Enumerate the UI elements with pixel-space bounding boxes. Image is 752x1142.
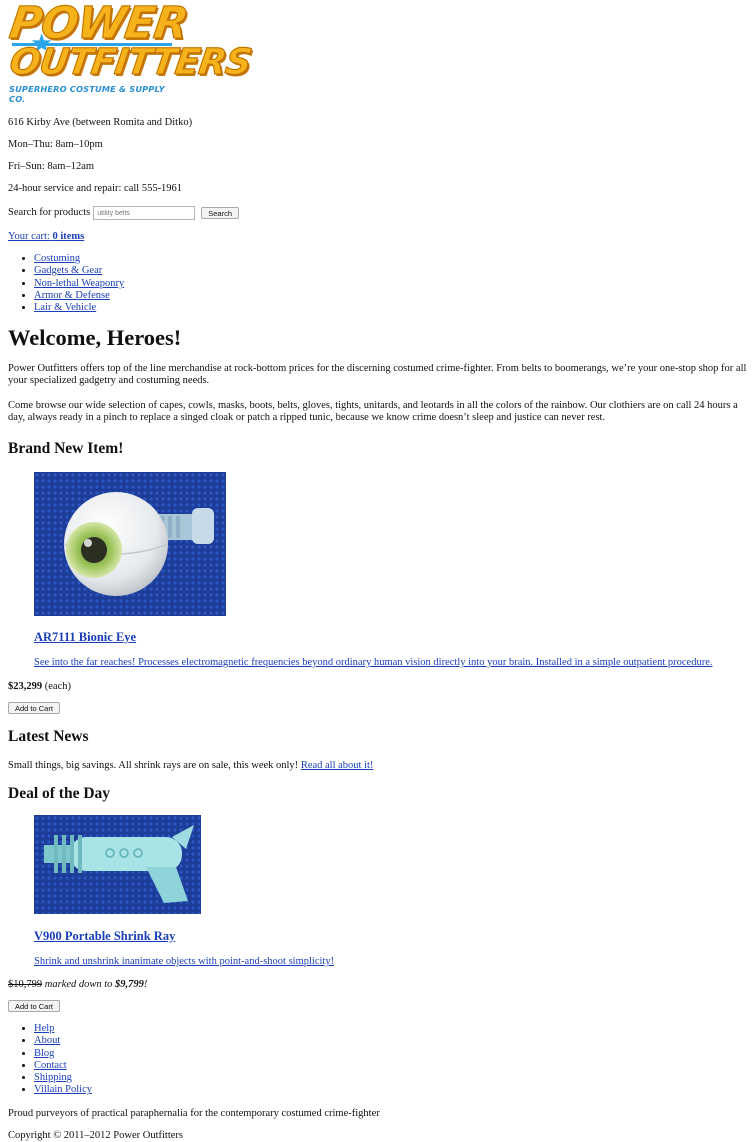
category-nav: Costuming Gadgets & Gear Non-lethal Weap… (18, 253, 124, 314)
footer-link-blog[interactable]: Blog (34, 1048, 54, 1059)
footer-link-contact[interactable]: Contact (34, 1060, 67, 1071)
shrink-ray-illustration (34, 815, 201, 914)
search-label: Search for products (8, 207, 91, 219)
footer-tagline: Proud purveyors of practical paraphernal… (8, 1108, 380, 1119)
bionic-eye-illustration (34, 472, 226, 616)
deal-markdown-text: marked down to (44, 979, 113, 990)
deal-exclaim: ! (143, 979, 148, 990)
hours-weekday: Mon–Thu: 8am–10pm (8, 139, 103, 150)
logo-line2: OUTFITTERS (7, 42, 254, 84)
nav-item-gadgets: Gadgets & Gear (34, 265, 124, 277)
nav-item-weaponry: Non-lethal Weaponry (34, 278, 124, 290)
store-logo[interactable]: POWER ★ OUTFITTERS SUPERHERO COSTUME & S… (6, 0, 254, 104)
news-read-more-link[interactable]: Read all about it! (301, 760, 374, 771)
hours-weekend: Fri–Sun: 8am–12am (8, 161, 95, 172)
cart-label: Your cart: (8, 231, 50, 242)
deal-old-price: $10,799 (8, 979, 43, 990)
footer-nav: Help About Blog Contact Shipping Villain… (18, 1023, 92, 1097)
new-item-unit: (each) (44, 681, 71, 692)
nav-link-costuming[interactable]: Costuming (34, 253, 80, 264)
deal-new-price: $9,799 (115, 979, 144, 990)
new-item-description[interactable]: See into the far reaches! Processes elec… (34, 656, 712, 669)
footer-link-villain-policy[interactable]: Villain Policy (34, 1084, 92, 1095)
new-item-title[interactable]: AR7111 Bionic Eye (34, 630, 136, 646)
footer-link-help[interactable]: Help (34, 1023, 54, 1034)
nav-link-weaponry[interactable]: Non-lethal Weaponry (34, 278, 124, 289)
cart-link[interactable]: Your cart: 0 items (8, 230, 84, 243)
nav-link-lair[interactable]: Lair & Vehicle (34, 302, 96, 313)
deal-description[interactable]: Shrink and unshrink inanimate objects wi… (34, 955, 334, 968)
footer-item-villain-policy: Villain Policy (34, 1084, 92, 1096)
deal-heading: Deal of the Day (8, 785, 111, 802)
page-title: Welcome, Heroes! (8, 325, 182, 350)
services-paragraph: Come browse our wide selection of capes,… (8, 400, 738, 424)
search-button[interactable]: Search (201, 207, 239, 219)
news-text: Small things, big savings. All shrink ra… (8, 760, 299, 771)
footer-link-about[interactable]: About (34, 1035, 60, 1046)
shrink-ray-image[interactable] (34, 815, 201, 918)
new-item-price-line: $23,299 (each) (8, 680, 71, 693)
footer-item-shipping: Shipping (34, 1072, 92, 1084)
footer-item-contact: Contact (34, 1060, 92, 1072)
store-address: 616 Kirby Ave (between Romita and Ditko) (8, 117, 193, 128)
nav-item-costuming: Costuming (34, 253, 124, 265)
new-item-price: $23,299 (8, 681, 43, 692)
news-paragraph: Small things, big savings. All shrink ra… (8, 759, 373, 772)
footer-link-shipping[interactable]: Shipping (34, 1072, 72, 1083)
nav-link-armor[interactable]: Armor & Defense (34, 290, 110, 301)
logo-tagline: SUPERHERO COSTUME & SUPPLY CO. (9, 84, 165, 105)
add-to-cart-bionic-eye[interactable]: Add to Cart (8, 702, 60, 714)
nav-link-gadgets[interactable]: Gadgets & Gear (34, 265, 102, 276)
footer-item-about: About (34, 1035, 92, 1047)
deal-title[interactable]: V900 Portable Shrink Ray (34, 929, 175, 945)
deal-price-line: $10,799 marked down to $9,799! (8, 978, 147, 991)
nav-item-lair: Lair & Vehicle (34, 302, 124, 314)
new-item-heading: Brand New Item! (8, 440, 124, 457)
add-to-cart-shrink-ray[interactable]: Add to Cart (8, 1000, 60, 1012)
news-heading: Latest News (8, 728, 89, 745)
copyright: Copyright © 2011–2012 Power Outfitters (8, 1130, 183, 1141)
service-info: 24-hour service and repair: call 555-196… (8, 183, 183, 194)
footer-item-help: Help (34, 1023, 92, 1035)
footer-item-blog: Blog (34, 1048, 92, 1060)
intro-paragraph: Power Outfitters offers top of the line … (8, 363, 747, 387)
search-input[interactable] (93, 206, 196, 220)
search-form: Search for products Search (8, 206, 239, 220)
cart-count: 0 items (52, 231, 85, 242)
nav-item-armor: Armor & Defense (34, 290, 124, 302)
bionic-eye-image[interactable] (34, 472, 226, 620)
